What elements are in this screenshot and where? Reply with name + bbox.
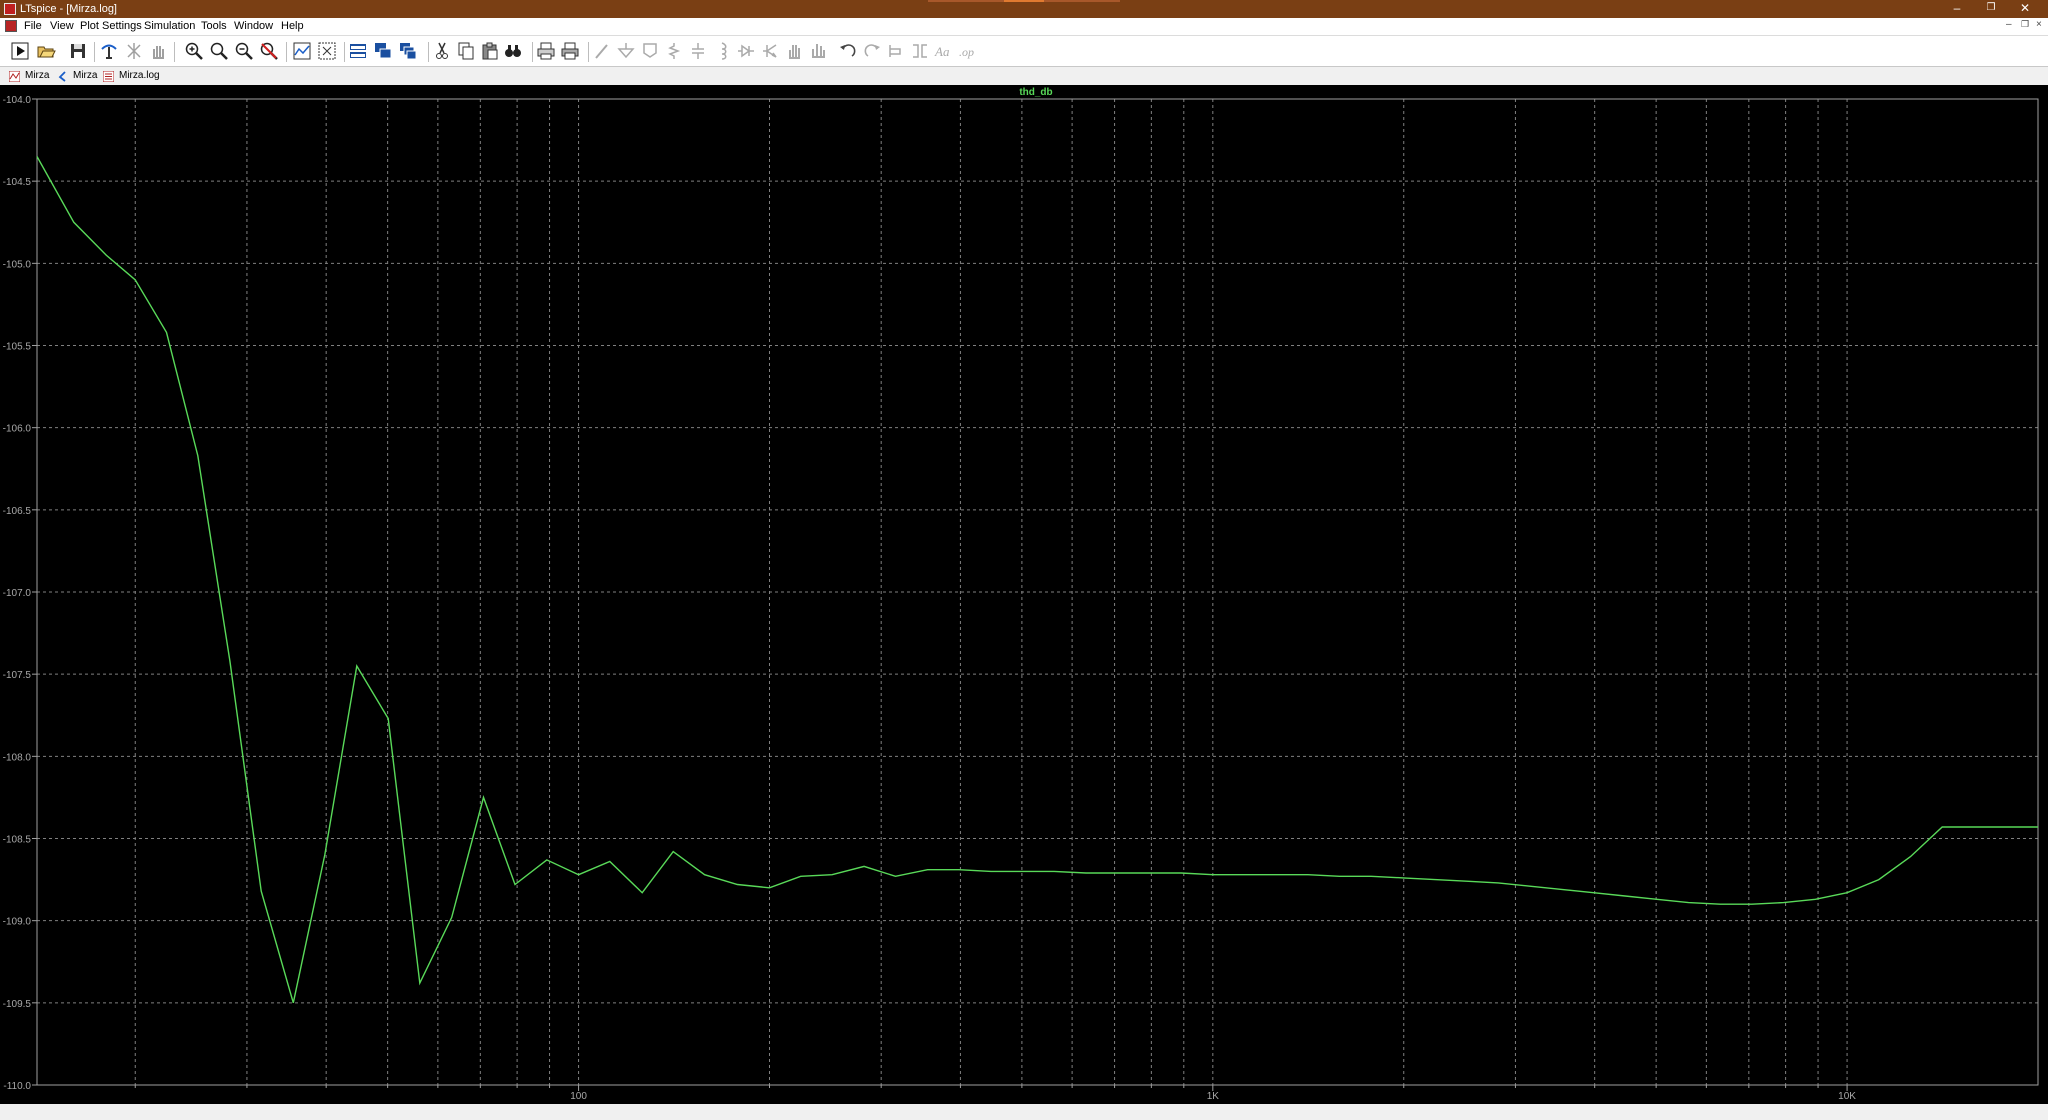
undo-icon[interactable] <box>838 41 858 61</box>
move-icon[interactable] <box>784 41 804 61</box>
menu-simulation[interactable]: Simulation <box>144 20 195 32</box>
copy-icon[interactable] <box>456 41 476 61</box>
y-tick-label: -107.5 <box>3 670 32 681</box>
label-layer: -104.0 -104.5 -105.0 -105.5 -106.0 -106.5 -107… <box>3 95 1857 1102</box>
tab-label: Mirza <box>25 70 50 81</box>
mdi-minimize-button[interactable]: – <box>2006 19 2012 30</box>
menu-plot-settings[interactable]: Plot Settings <box>80 20 142 32</box>
log-tab-icon <box>103 71 114 82</box>
autorange-y-icon[interactable] <box>317 41 337 61</box>
toolbar-separator <box>428 42 429 62</box>
capacitor-icon[interactable] <box>688 41 708 61</box>
menu-tools[interactable]: Tools <box>201 20 227 32</box>
inductor-icon[interactable] <box>712 41 732 61</box>
open-icon[interactable] <box>36 41 56 61</box>
mdi-close-button[interactable]: × <box>2036 19 2042 30</box>
x-tick-label: 1K <box>1207 1091 1220 1102</box>
rotate-icon[interactable] <box>886 41 906 61</box>
tab-label: Mirza.log <box>119 70 160 81</box>
titlebar-highlight-accent <box>1004 0 1044 2</box>
series-layer <box>36 156 2038 1003</box>
window-title: LTspice - [Mirza.log] <box>20 3 117 15</box>
zoom-cancel-icon[interactable] <box>259 41 279 61</box>
find-icon[interactable] <box>503 41 523 61</box>
y-tick-label: -107.0 <box>3 588 32 599</box>
grid-layer <box>37 99 2038 1085</box>
toolbar-separator <box>344 42 345 62</box>
print-preview-icon[interactable] <box>560 41 580 61</box>
menu-bar: File View Plot Settings Simulation Tools… <box>0 18 2048 35</box>
diode-icon[interactable] <box>736 41 756 61</box>
trace-name-label[interactable]: thd_db <box>1019 87 1052 98</box>
toolbar-separator <box>174 42 175 62</box>
zoom-in-icon[interactable] <box>184 41 204 61</box>
toolbar-separator <box>286 42 287 62</box>
toolbar-separator <box>94 42 95 62</box>
component-icon[interactable] <box>760 41 780 61</box>
thd-chart[interactable]: -104.0 -104.5 -105.0 -105.5 -106.0 -106.5 -107… <box>0 85 2048 1120</box>
pan-hand-icon[interactable] <box>148 41 168 61</box>
ltspice-app-icon <box>4 3 16 15</box>
thd-db-trace-line <box>36 156 2038 1003</box>
y-tick-label: -109.5 <box>3 999 32 1010</box>
axis-layer <box>32 98 2039 1091</box>
waveform-tab-icon <box>9 71 20 82</box>
y-tick-label: -105.0 <box>3 259 32 270</box>
svg-text:.op: .op <box>959 45 974 59</box>
paste-icon[interactable] <box>480 41 500 61</box>
y-tick-label: -109.0 <box>3 917 32 928</box>
x-tick-label: 10K <box>1838 1091 1856 1102</box>
titlebar-highlight <box>1044 0 1120 2</box>
mdi-restore-button[interactable]: ❐ <box>2021 19 2029 30</box>
control-panel-icon[interactable] <box>99 41 119 61</box>
run-icon[interactable] <box>10 41 30 61</box>
label-net-icon[interactable] <box>640 41 660 61</box>
close-window-button[interactable]: ✕ <box>2002 0 2048 18</box>
menu-file[interactable]: File <box>24 20 42 32</box>
y-tick-label: -105.5 <box>3 342 32 353</box>
y-tick-label: -108.5 <box>3 835 32 846</box>
document-tab-bar: Mirza Mirza Mirza.log <box>0 67 2048 85</box>
menu-window[interactable]: Window <box>234 20 273 32</box>
cascade-icon[interactable] <box>373 41 393 61</box>
y-tick-label: -106.5 <box>3 506 32 517</box>
cut-icon[interactable] <box>432 41 452 61</box>
resistor-icon[interactable] <box>664 41 684 61</box>
menu-view[interactable]: View <box>50 20 74 32</box>
toolbar: Aa .op <box>0 35 2048 67</box>
text-icon[interactable]: Aa <box>934 41 954 61</box>
y-tick-label: -106.0 <box>3 424 32 435</box>
toolbar-separator <box>532 42 533 62</box>
mirror-icon[interactable] <box>910 41 930 61</box>
drag-icon[interactable] <box>808 41 828 61</box>
schematic-tab-icon <box>58 71 66 82</box>
ground-icon[interactable] <box>616 41 636 61</box>
document-system-icon[interactable] <box>5 20 17 32</box>
y-tick-label: -104.5 <box>3 177 32 188</box>
y-tick-label: -108.0 <box>3 752 32 763</box>
status-bar <box>0 1104 2048 1120</box>
redo-icon[interactable] <box>862 41 882 61</box>
titlebar-highlight <box>928 0 1004 2</box>
tile-vertical-icon[interactable] <box>398 41 418 61</box>
save-icon[interactable] <box>68 41 88 61</box>
tab-label: Mirza <box>73 70 98 81</box>
y-tick-label: -104.0 <box>3 95 32 106</box>
zoom-out-icon[interactable] <box>209 41 229 61</box>
waveform-plot-pane[interactable]: -104.0 -104.5 -105.0 -105.5 -106.0 -106.5 -107… <box>0 85 2048 1120</box>
zoom-out-alt-icon[interactable] <box>234 41 254 61</box>
title-bar: LTspice - [Mirza.log] – ❐ ✕ <box>0 0 2048 18</box>
y-tick-label: -110.0 <box>3 1081 31 1092</box>
wire-icon[interactable] <box>592 41 612 61</box>
menu-help[interactable]: Help <box>281 20 304 32</box>
autorange-icon[interactable] <box>292 41 312 61</box>
x-tick-label: 100 <box>570 1091 587 1102</box>
svg-text:Aa: Aa <box>934 44 950 59</box>
halt-icon[interactable] <box>124 41 144 61</box>
print-icon[interactable] <box>536 41 556 61</box>
spice-directive-icon[interactable]: .op <box>958 41 978 61</box>
toolbar-separator <box>588 42 589 62</box>
tile-horizontal-icon[interactable] <box>348 41 368 61</box>
